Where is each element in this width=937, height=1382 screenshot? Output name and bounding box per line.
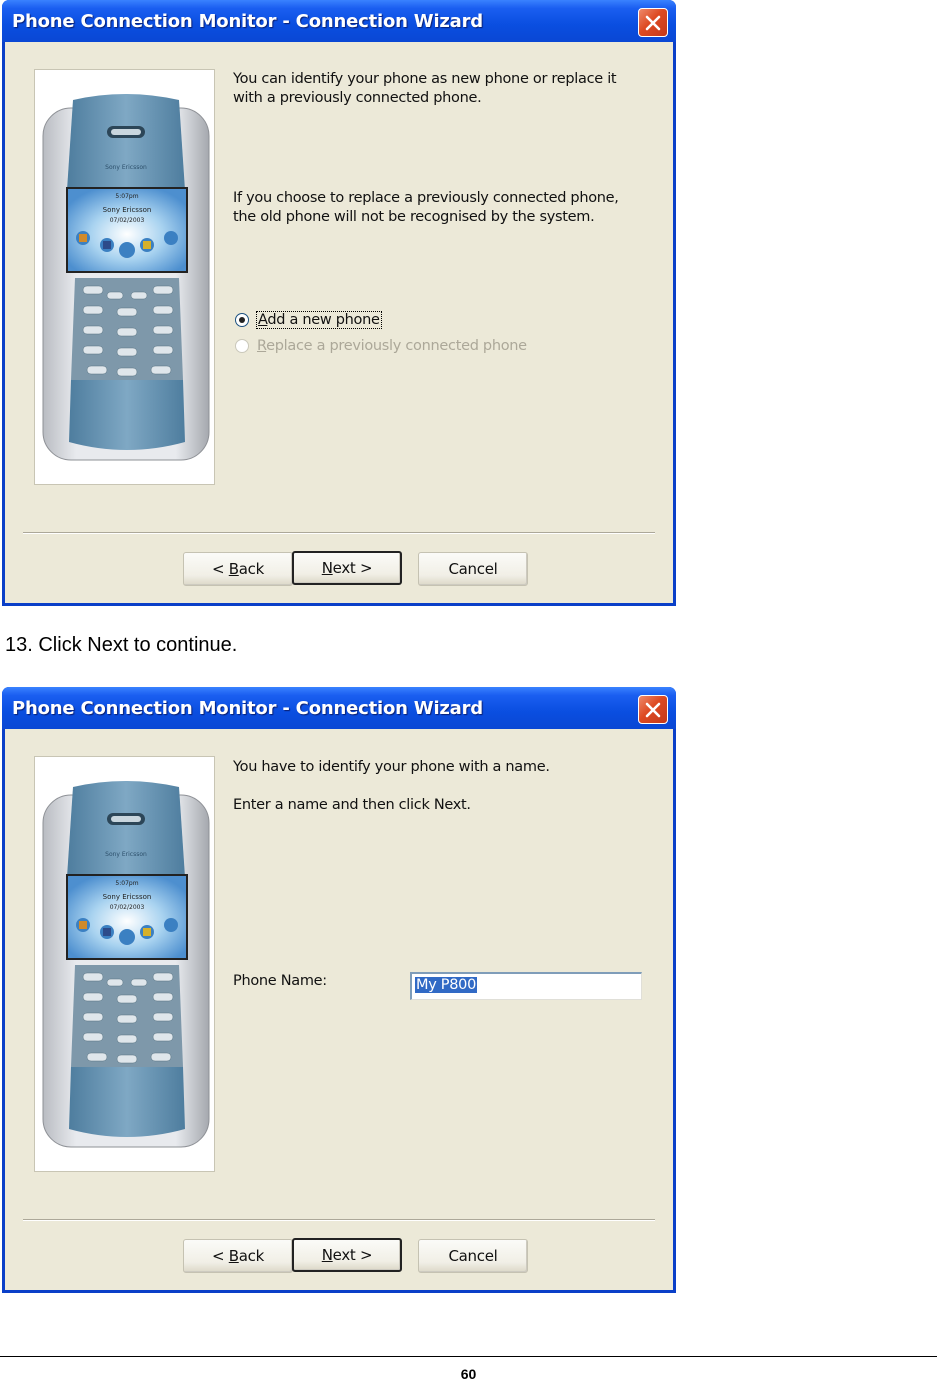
mnemonic: B [228,1247,239,1265]
title-bar[interactable]: Phone Connection Monitor - Connection Wi… [2,0,676,42]
radio-label-add-new-phone[interactable]: Add a new phone [256,311,382,329]
page-number: 60 [460,1366,477,1382]
connection-wizard-dialog-step2: Phone Connection Monitor - Connection Wi… [2,687,676,1293]
dialog-body: Sony Ericsson 5:07pm Sony Ericsson 07/02… [5,729,673,1290]
phone-name-input[interactable]: My P800 [410,972,642,1000]
mnemonic: A [258,312,268,328]
cancel-button[interactable]: Cancel [418,1239,528,1273]
back-button[interactable]: < Back [183,552,293,586]
svg-text:Sony Ericsson: Sony Ericsson [103,206,152,214]
cancel-button[interactable]: Cancel [418,552,528,586]
separator-line [23,1219,655,1221]
close-icon [645,702,661,717]
radio-label-replace-phone: Replace a previously connected phone [257,338,527,354]
warning-text: If you choose to replace a previously co… [233,190,619,225]
intro-text: You have to identify your phone with a n… [233,759,550,775]
footer-divider [0,1356,937,1357]
svg-text:Sony Ericsson: Sony Ericsson [103,893,152,901]
phone-brand-label: Sony Ericsson [105,164,147,171]
connection-wizard-dialog-step1: Phone Connection Monitor - Connection Wi… [2,0,676,606]
back-prefix: < [212,560,225,578]
svg-text:Sony Ericsson: Sony Ericsson [105,851,147,858]
sony-ericsson-p800-image: Sony Ericsson 5:07pm Sony Ericsson 07/02… [42,94,210,461]
back-label: ack [238,1247,265,1265]
radio-dot-icon [239,317,245,323]
phone-name-value: My P800 [415,977,478,993]
next-button[interactable]: Next > [292,551,402,585]
svg-text:07/02/2003: 07/02/2003 [110,904,145,911]
label-text: eplace a previously connected phone [266,338,527,354]
radio-replace-phone: Replace a previously connected phone [235,338,527,354]
label-text: dd a new phone [267,312,380,328]
dialog-body: Sony Ericsson 5:07pm Sony Ericsson 07/02… [5,42,673,603]
sony-ericsson-p800-image: Sony Ericsson 5:07pm Sony Ericsson 07/02… [42,781,210,1148]
radio-button-checked[interactable] [235,313,249,327]
close-icon [645,15,661,30]
mnemonic: N [321,559,333,577]
back-label: ack [238,560,265,578]
back-prefix: < [212,1247,225,1265]
dialog-title: Phone Connection Monitor - Connection Wi… [12,698,483,719]
title-bar[interactable]: Phone Connection Monitor - Connection Wi… [2,687,676,729]
cancel-label: Cancel [448,560,498,578]
phone-illustration: Sony Ericsson 5:07pm Sony Ericsson 07/02… [34,756,215,1172]
svg-text:07/02/2003: 07/02/2003 [110,217,145,224]
mnemonic: R [257,338,267,354]
separator-line [23,532,655,534]
dialog-title: Phone Connection Monitor - Connection Wi… [12,11,483,32]
next-label: ext > [332,559,373,577]
step-instruction: 13. Click Next to continue. [5,634,238,656]
radio-button-unchecked-disabled [235,339,249,353]
cancel-label: Cancel [448,1247,498,1265]
radio-add-new-phone[interactable]: Add a new phone [235,311,382,329]
mnemonic: B [228,560,239,578]
intro-text: You can identify your phone as new phone… [233,71,617,106]
close-button[interactable] [638,695,668,724]
phone-name-label: Phone Name: [233,973,327,989]
next-label: ext > [332,1246,373,1264]
back-button[interactable]: < Back [183,1239,293,1273]
close-button[interactable] [638,8,668,37]
svg-text:5:07pm: 5:07pm [115,880,138,887]
svg-text:5:07pm: 5:07pm [115,193,138,200]
instruction-text: Enter a name and then click Next. [233,797,471,813]
mnemonic: N [321,1246,333,1264]
phone-illustration: Sony Ericsson 5:07pm Sony Ericsson 07/02… [34,69,215,485]
next-button[interactable]: Next > [292,1238,402,1272]
